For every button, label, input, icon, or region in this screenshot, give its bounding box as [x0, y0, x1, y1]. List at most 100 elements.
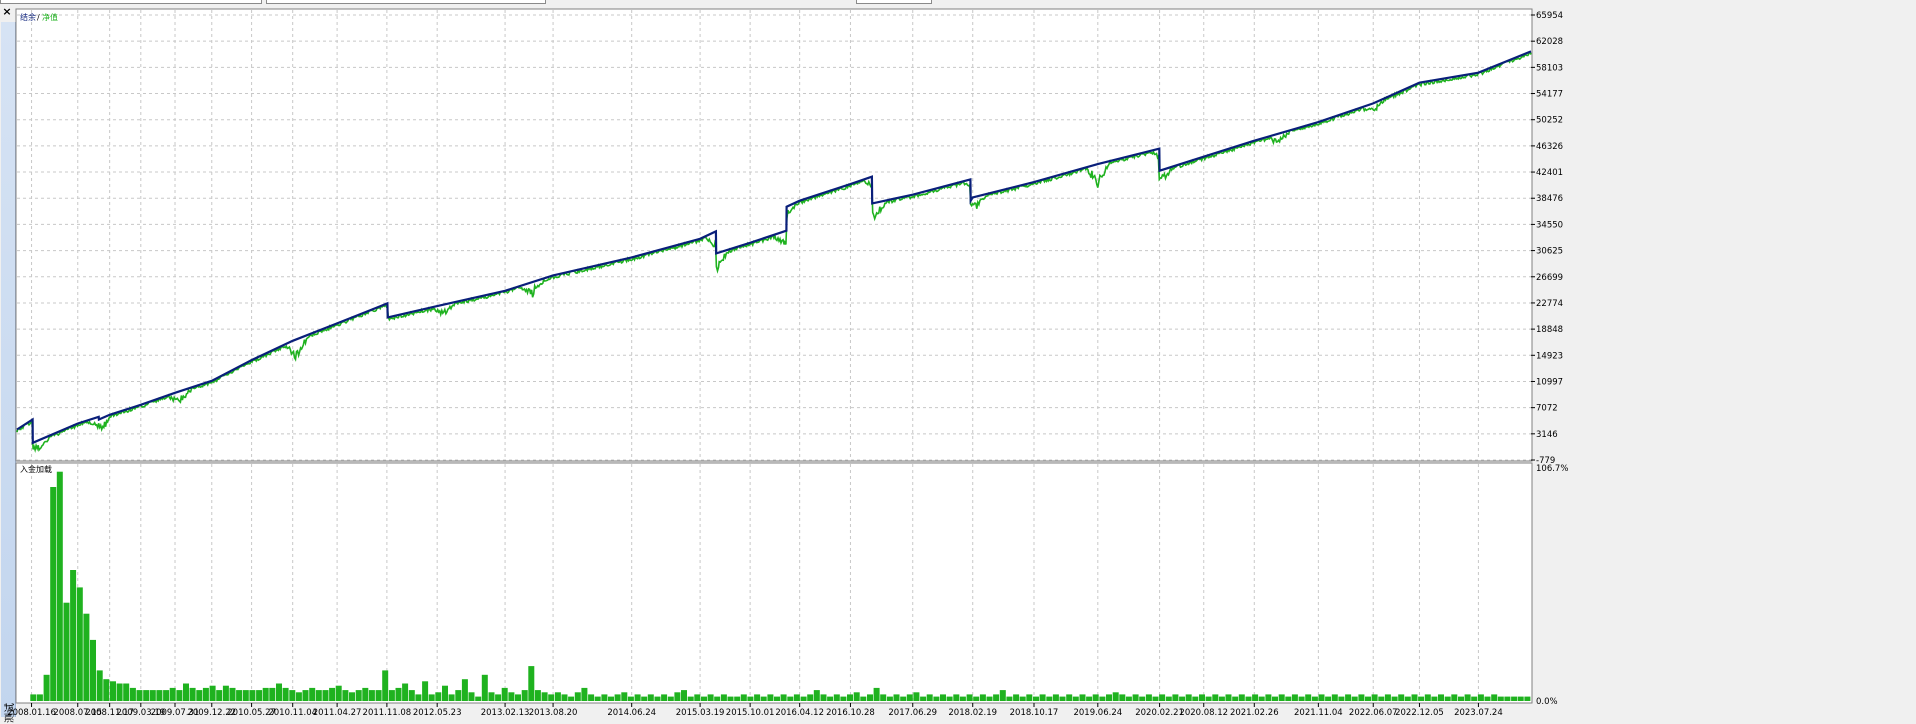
deposit-load-bar — [209, 685, 216, 701]
deposit-load-bar — [256, 690, 263, 701]
deposit-load-bar — [1238, 694, 1245, 701]
deposit-load-bar — [262, 687, 269, 701]
deposit-load-bar — [1026, 694, 1033, 701]
deposit-load-bar — [661, 694, 668, 701]
deposit-load-bar — [780, 694, 787, 701]
deposit-load-bar — [289, 690, 296, 701]
deposit-load-bar — [495, 694, 502, 701]
deposit-load-bar — [674, 692, 681, 701]
deposit-load-bar — [1059, 696, 1066, 701]
deposit-load-bar — [1165, 696, 1172, 701]
deposit-load-bar — [63, 602, 70, 701]
y-tick-label: 3146 — [1536, 430, 1558, 440]
deposit-load-bar — [986, 696, 993, 701]
deposit-load-bar — [1411, 694, 1418, 701]
deposit-load-bar — [501, 687, 508, 701]
deposit-load-bar — [70, 570, 77, 701]
legend-separator: / — [37, 13, 40, 22]
deposit-load-bar — [727, 696, 734, 701]
deposit-load-bar — [933, 696, 940, 701]
deposit-load-bar — [979, 694, 986, 701]
deposit-load-bar — [422, 681, 429, 701]
deposit-load-bar — [1159, 694, 1166, 701]
x-tick-label: 2016.10.28 — [826, 708, 875, 717]
y-tick-label: 38476 — [1536, 194, 1563, 204]
deposit-load-bar — [1471, 696, 1478, 701]
deposit-load-bar — [840, 696, 847, 701]
deposit-load-bar — [349, 692, 355, 701]
deposit-load-bar — [1278, 694, 1285, 701]
deposit-load-bar — [1106, 694, 1112, 701]
deposit-load-bar — [893, 694, 900, 701]
lower-plot-area — [15, 462, 1533, 704]
y-tick-label: 18848 — [1536, 325, 1563, 335]
deposit-load-bar — [163, 690, 170, 701]
deposit-load-bar — [1019, 696, 1026, 701]
deposit-load-bar — [847, 694, 853, 701]
x-tick-label: 2012.05.23 — [413, 708, 462, 717]
deposit-load-bar — [1179, 696, 1186, 701]
deposit-load-bar — [435, 692, 442, 701]
deposit-load-bar — [867, 694, 873, 701]
deposit-load-bar — [627, 696, 634, 701]
deposit-load-bar — [973, 696, 980, 701]
deposit-load-bar — [1424, 694, 1431, 701]
deposit-load-bar — [687, 696, 694, 701]
deposit-load-bar — [1438, 694, 1444, 701]
deposit-load-bar — [1298, 696, 1305, 701]
lower-panel-label: 入金加载 — [20, 464, 52, 474]
deposit-load-bar — [36, 694, 43, 701]
deposit-load-bar — [103, 679, 110, 701]
x-tick-label: 2017.06.29 — [888, 708, 937, 717]
deposit-load-bar — [1033, 696, 1039, 701]
deposit-load-bar — [1418, 696, 1425, 701]
deposit-load-bar — [176, 690, 183, 701]
deposit-load-bar — [900, 696, 907, 701]
deposit-load-bar — [641, 696, 648, 701]
deposit-load-bar — [999, 690, 1006, 701]
deposit-load-bar — [1066, 694, 1073, 701]
deposit-load-bar — [481, 674, 488, 701]
deposit-load-bar — [906, 694, 913, 701]
deposit-load-bar — [1384, 694, 1391, 701]
y-tick-label: 62028 — [1536, 37, 1563, 47]
deposit-load-bar — [1245, 696, 1252, 701]
deposit-load-bar — [1517, 696, 1524, 701]
y-tick-label: 58103 — [1536, 63, 1563, 73]
deposit-load-bar — [1285, 696, 1292, 701]
deposit-load-bar — [1232, 696, 1239, 701]
strategy-tester-graph: 65954 62028 58103 54177 50252 46326 42401 38476… — [7, 8, 1568, 717]
deposit-load-bar — [149, 690, 156, 701]
x-tick-label: 2018.02.19 — [948, 708, 997, 717]
deposit-load-bar — [1272, 696, 1278, 701]
deposit-load-bar — [475, 696, 482, 701]
deposit-load-bar — [1398, 694, 1405, 701]
deposit-load-bar — [1391, 696, 1398, 701]
deposit-load-bar — [83, 613, 90, 701]
deposit-load-bar — [448, 694, 455, 701]
x-tick-label: 2013.08.20 — [529, 708, 578, 717]
deposit-load-bar — [276, 683, 282, 701]
deposit-load-bar — [1484, 696, 1491, 701]
deposit-load-bar — [1265, 694, 1272, 701]
deposit-load-bar — [1252, 694, 1259, 701]
deposit-load-bar — [1225, 694, 1232, 701]
deposit-load-bar — [1192, 696, 1199, 701]
x-tick-label: 2015.10.01 — [726, 708, 775, 717]
deposit-load-bar — [1371, 694, 1378, 701]
deposit-load-bar — [1205, 696, 1212, 701]
x-tick-label: 2011.04.27 — [313, 708, 362, 717]
deposit-load-bar — [740, 694, 747, 701]
deposit-load-bar — [1345, 694, 1352, 701]
deposit-load-bar — [774, 696, 780, 701]
legend-equity: 净值 — [42, 12, 58, 22]
deposit-load-bar — [608, 696, 614, 701]
deposit-load-bar — [581, 687, 588, 701]
x-tick-label: 2022.06.07 — [1349, 708, 1398, 717]
deposit-load-bar — [873, 687, 880, 701]
deposit-load-bar — [1458, 696, 1464, 701]
deposit-load-bar — [1258, 696, 1265, 701]
deposit-load-bar — [329, 687, 336, 701]
y-tick-label: 30625 — [1536, 247, 1563, 257]
deposit-load-bar — [442, 685, 448, 701]
